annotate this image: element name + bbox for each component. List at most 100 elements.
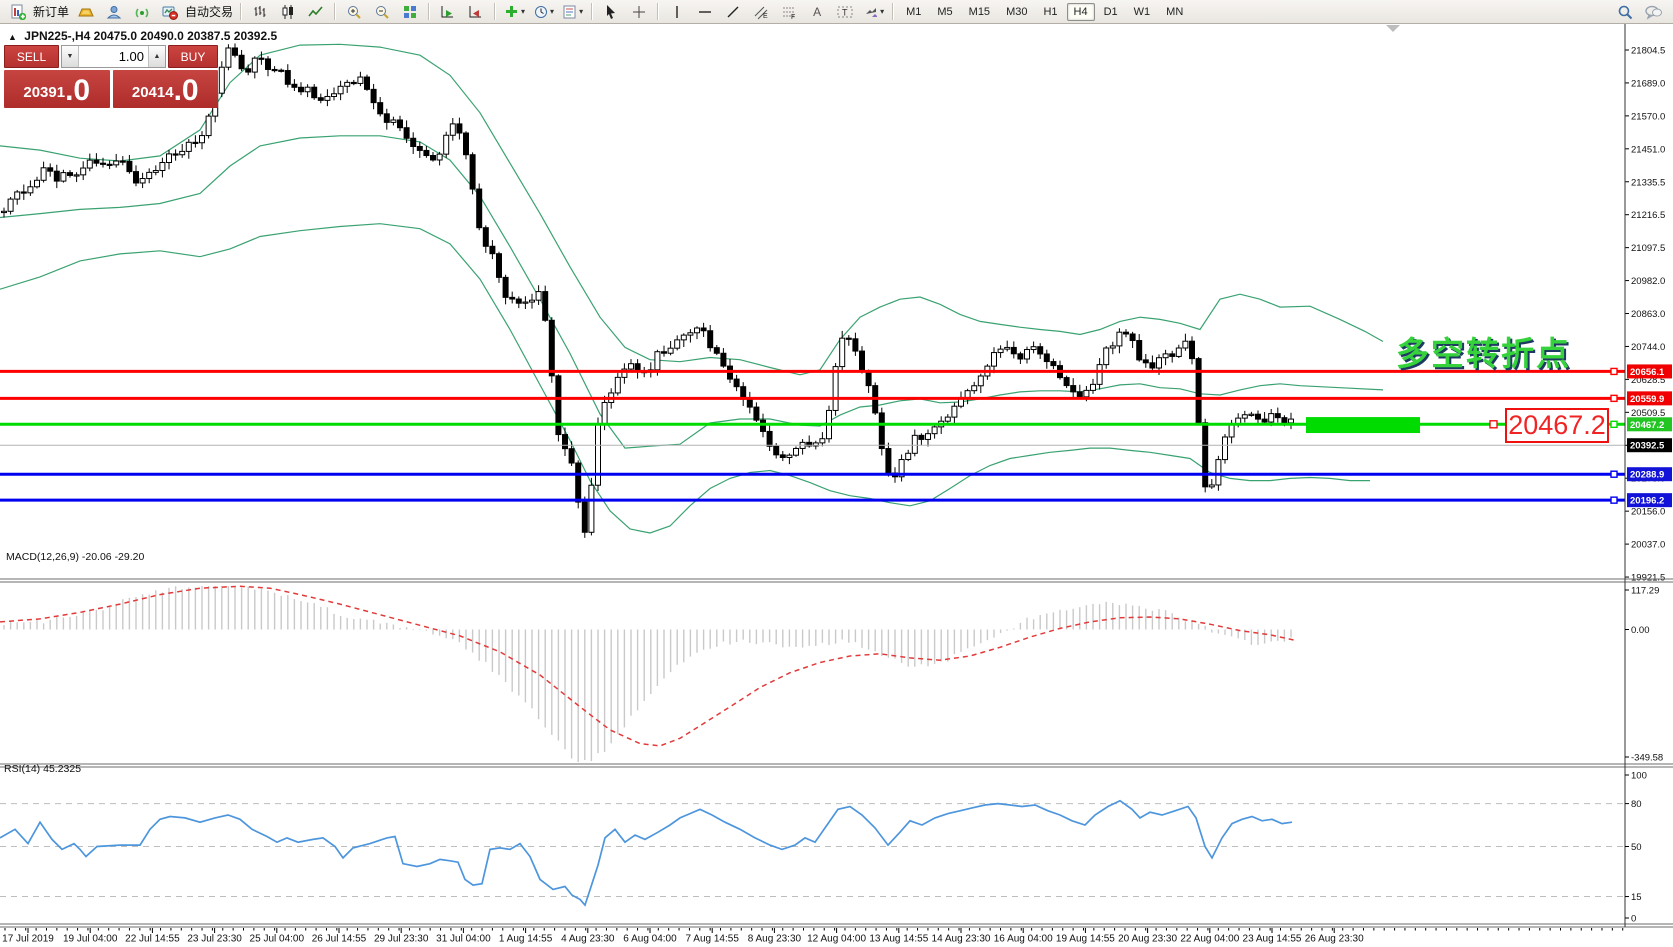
candle	[965, 389, 970, 404]
svg-text:14 Aug 23:30: 14 Aug 23:30	[932, 934, 991, 945]
chart-canvas[interactable]: 21804.521689.021570.021451.021335.521216…	[0, 24, 1673, 947]
pivot-price-callout[interactable]: 20467.2	[1505, 408, 1609, 443]
timeframe-button-h4[interactable]: H4	[1067, 3, 1095, 21]
candle	[1025, 347, 1030, 364]
line-chart-icon	[308, 4, 324, 20]
cursor-button[interactable]	[598, 1, 624, 23]
tile-windows-button[interactable]	[397, 1, 423, 23]
candle	[543, 286, 548, 322]
svg-text:20863.0: 20863.0	[1631, 309, 1665, 320]
line-handle[interactable]	[1611, 497, 1617, 503]
sell-button[interactable]: SELL	[4, 45, 59, 68]
line-handle[interactable]	[1611, 395, 1617, 401]
trendline-tool-button[interactable]	[720, 1, 746, 23]
timeframe-button-m30[interactable]: M30	[999, 3, 1034, 21]
auto-scroll-button[interactable]	[435, 1, 461, 23]
bar-chart-button[interactable]	[247, 1, 273, 23]
sell-price-button[interactable]: 20391 .0	[4, 70, 110, 108]
indicators-button[interactable]: ▾	[501, 1, 528, 23]
zoom-in-button[interactable]	[341, 1, 367, 23]
candle	[153, 165, 158, 175]
fibonacci-tool-button[interactable]: F	[776, 1, 802, 23]
candle	[127, 155, 132, 174]
line-handle[interactable]	[1611, 421, 1617, 427]
candle	[1203, 419, 1208, 493]
candle	[523, 296, 528, 309]
timeframe-button-m5[interactable]: M5	[930, 3, 959, 21]
toolbar-separator	[892, 3, 894, 20]
timeframe-button-h1[interactable]: H1	[1036, 3, 1064, 21]
timeframe-button-d1[interactable]: D1	[1097, 3, 1125, 21]
candle	[1124, 329, 1129, 337]
horizontal-line-tool-button[interactable]	[692, 1, 718, 23]
candle	[1038, 343, 1043, 359]
zoom-out-button[interactable]	[369, 1, 395, 23]
candle	[371, 84, 376, 109]
candle	[1110, 342, 1115, 354]
svg-text:22 Jul 14:55: 22 Jul 14:55	[125, 934, 180, 945]
turning-point-annotation[interactable]: 多空转折点	[1396, 327, 1571, 375]
volume-input[interactable]	[79, 46, 148, 67]
svg-text:20559.9: 20559.9	[1630, 394, 1664, 405]
new-order-label[interactable]: 新订单	[33, 3, 69, 20]
candlestick-chart-button[interactable]	[275, 1, 301, 23]
chart-title: ▲ JPN225-,H4 20475.0 20490.0 20387.5 203…	[8, 29, 277, 43]
buy-price-button[interactable]: 20414 .0	[113, 70, 219, 108]
search-button[interactable]	[1612, 1, 1638, 23]
vertical-line-tool-button[interactable]	[664, 1, 690, 23]
timeframe-button-m15[interactable]: M15	[962, 3, 997, 21]
community-icon	[106, 4, 122, 20]
timeframe-button-mn[interactable]: MN	[1159, 3, 1190, 21]
svg-text:26 Aug 23:30: 26 Aug 23:30	[1305, 934, 1364, 945]
candle	[556, 374, 561, 441]
chart-shift-marker-icon[interactable]	[1386, 25, 1400, 32]
candle	[266, 56, 271, 76]
templates-button[interactable]: ▾	[559, 1, 586, 23]
candle	[28, 180, 33, 196]
candle	[411, 132, 416, 154]
callout-anchor-handle[interactable]	[1490, 421, 1497, 428]
candle	[695, 326, 700, 339]
svg-text:22 Aug 04:00: 22 Aug 04:00	[1180, 934, 1239, 945]
arrows-tool-button[interactable]: ▾	[860, 1, 887, 23]
svg-text:4 Aug 23:30: 4 Aug 23:30	[561, 934, 615, 945]
level-lines[interactable]	[0, 368, 1625, 503]
line-handle[interactable]	[1611, 368, 1617, 374]
svg-text:20467.2: 20467.2	[1630, 420, 1664, 431]
volume-increase-button[interactable]: ▲	[148, 46, 165, 67]
line-chart-button[interactable]	[303, 1, 329, 23]
collapse-trade-panel-icon[interactable]: ▲	[8, 32, 17, 42]
pivot-highlight-box[interactable]	[1306, 417, 1420, 433]
crosshair-button[interactable]	[626, 1, 652, 23]
candle	[622, 363, 627, 383]
buy-button[interactable]: BUY	[168, 45, 218, 68]
volume-decrease-button[interactable]: ▼	[62, 46, 79, 67]
chart-shift-button[interactable]	[463, 1, 489, 23]
chevron-down-icon: ▾	[521, 7, 525, 16]
candle	[312, 84, 317, 100]
candle	[919, 433, 924, 445]
autotrading-label[interactable]: 自动交易	[185, 3, 233, 20]
timeframe-button-w1[interactable]: W1	[1127, 3, 1158, 21]
text-tool-button[interactable]: A	[804, 1, 830, 23]
signals-button[interactable]	[129, 1, 155, 23]
text-label-tool-button[interactable]: T	[832, 1, 858, 23]
periods-button[interactable]: ▾	[530, 1, 557, 23]
new-order-button[interactable]	[5, 1, 31, 23]
svg-text:21451.0: 21451.0	[1631, 144, 1665, 155]
price-badge: 20288.9	[1627, 467, 1672, 481]
candle	[899, 454, 904, 481]
autotrading-button[interactable]	[157, 1, 183, 23]
chat-button[interactable]	[1640, 1, 1666, 23]
candle	[1176, 345, 1181, 358]
timeframe-button-m1[interactable]: M1	[899, 3, 928, 21]
candle	[226, 44, 231, 70]
candle	[516, 296, 521, 308]
line-handle[interactable]	[1611, 471, 1617, 477]
candle	[48, 163, 53, 176]
channel-tool-button[interactable]: E	[748, 1, 774, 23]
community-button[interactable]	[101, 1, 127, 23]
candle	[285, 64, 290, 87]
candle	[860, 346, 865, 373]
market-button[interactable]	[73, 1, 99, 23]
